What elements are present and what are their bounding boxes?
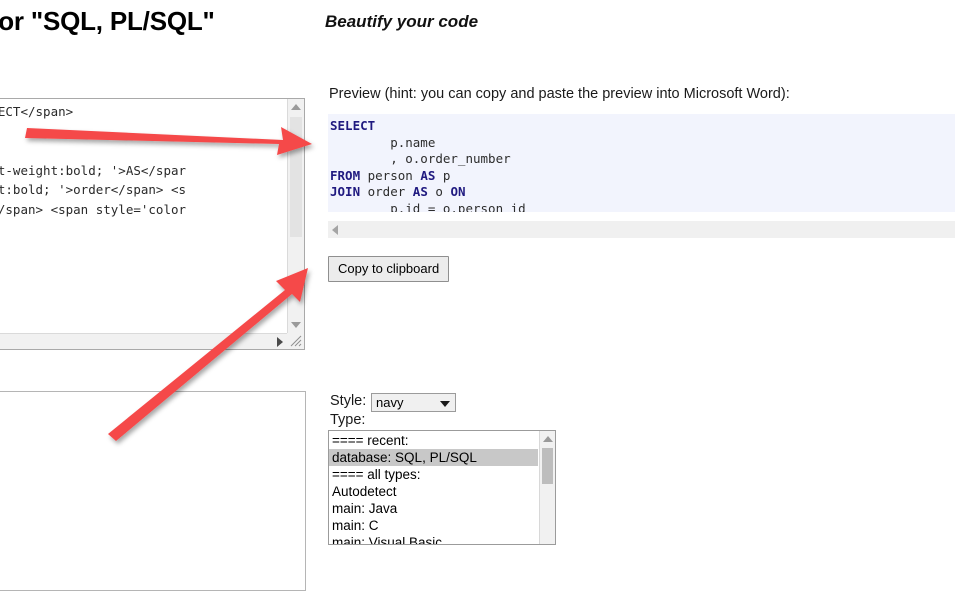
tagline: Beautify your code bbox=[325, 12, 479, 31]
style-select-value: navy bbox=[376, 395, 404, 410]
sql-keyword: AS bbox=[420, 167, 436, 183]
sql-keyword: AS bbox=[412, 184, 428, 199]
html-source-textarea[interactable]: ght:bold; '>SELECT</span> an>order_numbe… bbox=[0, 98, 305, 350]
sql-keyword: SELECT bbox=[330, 118, 376, 133]
type-listbox[interactable]: ==== recent: database: SQL, PL/SQL ==== al… bbox=[328, 430, 556, 545]
sql-text: p bbox=[435, 167, 451, 183]
html-source-text[interactable]: ght:bold; '>SELECT</span> an>order_numbe… bbox=[0, 102, 286, 331]
sql-text: o bbox=[427, 184, 451, 199]
sql-keyword: JOIN bbox=[330, 184, 361, 199]
preview-label: Preview (hint: you can copy and paste th… bbox=[329, 86, 790, 102]
scroll-thumb[interactable] bbox=[542, 448, 553, 484]
preview-code[interactable]: SELECT p.name , o.order_number FROM pers… bbox=[328, 114, 955, 212]
scroll-thumb[interactable] bbox=[290, 117, 302, 237]
resize-handle-icon[interactable] bbox=[287, 333, 304, 349]
preview-horizontal-scrollbar[interactable] bbox=[328, 221, 955, 238]
scroll-right-arrow-icon[interactable] bbox=[277, 336, 283, 347]
type-option[interactable]: database: SQL, PL/SQL bbox=[329, 449, 538, 466]
type-option[interactable]: Autodetect bbox=[329, 483, 538, 500]
sql-text: , o.order_number bbox=[330, 151, 511, 166]
secondary-output-box[interactable] bbox=[0, 391, 306, 591]
type-option[interactable]: main: Java bbox=[329, 500, 538, 517]
source-vertical-scrollbar[interactable] bbox=[287, 99, 304, 333]
type-option[interactable]: main: C bbox=[329, 517, 538, 534]
page-title: s! for "SQL, PL/SQL" bbox=[0, 6, 215, 36]
sql-keyword: ON bbox=[450, 184, 466, 199]
scroll-up-arrow-icon[interactable] bbox=[291, 104, 301, 110]
scroll-up-arrow-icon[interactable] bbox=[542, 436, 553, 442]
type-option[interactable]: main: Visual Basic bbox=[329, 534, 538, 544]
scroll-down-arrow-icon[interactable] bbox=[291, 322, 301, 328]
style-select[interactable]: navy bbox=[371, 393, 456, 412]
scroll-left-arrow-icon[interactable] bbox=[332, 224, 338, 235]
type-vertical-scrollbar[interactable] bbox=[539, 431, 555, 544]
sql-text: person bbox=[360, 167, 421, 183]
type-label: Type: bbox=[330, 412, 366, 428]
type-option-list: ==== recent: database: SQL, PL/SQL ==== al… bbox=[329, 431, 538, 544]
sql-text: p.name bbox=[330, 134, 436, 150]
sql-text: order bbox=[360, 184, 413, 199]
sql-keyword: FROM bbox=[330, 167, 361, 183]
preview-panel: SELECT p.name , o.order_number FROM pers… bbox=[328, 114, 955, 212]
type-option[interactable]: ==== recent: bbox=[329, 432, 538, 449]
type-option[interactable]: ==== all types: bbox=[329, 466, 538, 483]
copy-to-clipboard-button[interactable]: Copy to clipboard bbox=[328, 256, 450, 282]
sql-text: p.id = o.person_id bbox=[330, 200, 526, 213]
style-label: Style: bbox=[330, 393, 367, 409]
source-horizontal-scrollbar[interactable] bbox=[0, 333, 287, 349]
chevron-down-icon bbox=[440, 400, 450, 407]
